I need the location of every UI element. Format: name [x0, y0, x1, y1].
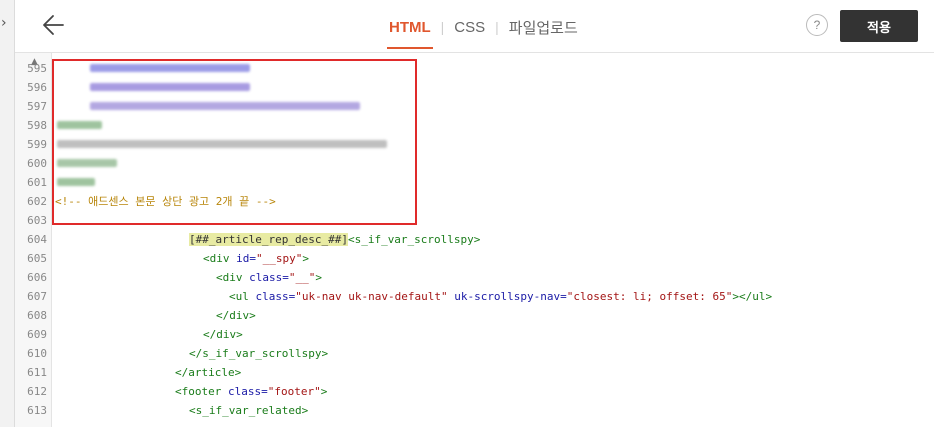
code-line: 605 <div id="__spy">: [15, 249, 934, 268]
code-tag: <s_if_var_scrollspy>: [347, 233, 481, 246]
chevron-right-icon[interactable]: ›: [1, 16, 7, 30]
help-button[interactable]: ?: [806, 14, 828, 36]
code-line: 608 </div>: [15, 306, 934, 325]
code-tag: >: [320, 385, 328, 398]
back-button[interactable]: [41, 12, 67, 38]
code-tag: </s_if_var_scrollspy>: [189, 347, 329, 360]
code-line: 607 <ul class="uk-nav uk-nav-default" uk…: [15, 287, 934, 306]
code-tag: >: [302, 252, 309, 265]
line-number: 606: [27, 271, 47, 284]
code-attr: id=: [236, 252, 256, 265]
code-attr: class=: [227, 385, 268, 398]
line-number: 595: [27, 62, 47, 75]
tab-html[interactable]: HTML: [387, 19, 433, 49]
code-tag: <s_if_var_related>: [189, 404, 309, 417]
code-string: "closest: li; offset: 65": [566, 290, 733, 303]
code-tag: </div>: [216, 309, 256, 322]
arrow-left-icon: [43, 15, 64, 35]
left-rail: ›: [0, 0, 15, 427]
line-number: 598: [27, 119, 47, 132]
code-editor[interactable]: ▲ 595 596 597 598 599 600 601 602 <!-- 애…: [15, 53, 934, 427]
code-attr: class=: [255, 290, 296, 303]
editor-header: HTML | CSS | 파일업로드 ? 적용: [15, 0, 934, 53]
tab-file-upload[interactable]: 파일업로드: [507, 17, 580, 38]
code-line: 613 <s_if_var_related>: [15, 401, 934, 420]
line-number: 604: [27, 233, 47, 246]
apply-button[interactable]: 적용: [840, 10, 918, 42]
code-tag: <ul: [229, 290, 256, 303]
line-number: 597: [27, 100, 47, 113]
code-tag: <div: [203, 252, 237, 265]
code-tag: <div: [216, 271, 250, 284]
code-string: "__spy": [256, 252, 303, 265]
code-attr: class=: [249, 271, 289, 284]
code-line: 610 </s_if_var_scrollspy>: [15, 344, 934, 363]
code-tag: <footer: [175, 385, 228, 398]
template-variable: [##_article_rep_desc_##]: [189, 233, 348, 246]
line-number: 605: [27, 252, 47, 265]
line-number: 612: [27, 385, 47, 398]
code-text: <div id="__spy">: [203, 249, 309, 268]
tab-divider: |: [440, 19, 445, 35]
line-number: 601: [27, 176, 47, 189]
code-text: <footer class="footer">: [175, 382, 327, 401]
code-string: "footer": [267, 385, 321, 398]
tab-css[interactable]: CSS: [452, 19, 487, 36]
code-line: 609 </div>: [15, 325, 934, 344]
line-number: 596: [27, 81, 47, 94]
line-number: 611: [27, 366, 47, 379]
tab-divider: |: [495, 19, 499, 35]
code-string: "uk-nav uk-nav-default": [295, 290, 448, 303]
line-number: 603: [27, 214, 47, 227]
line-number: 613: [27, 404, 47, 417]
line-number: 599: [27, 138, 47, 151]
code-line: 612 <footer class="footer">: [15, 382, 934, 401]
code-text: <div class="__">: [216, 268, 322, 287]
line-number: 602: [27, 195, 47, 208]
editor-tabs: HTML | CSS | 파일업로드: [387, 17, 580, 49]
code-text: <ul class="uk-nav uk-nav-default" uk-scr…: [229, 287, 772, 306]
line-number: 600: [27, 157, 47, 170]
line-number: 610: [27, 347, 47, 360]
code-tag: </article>: [175, 366, 242, 379]
code-attr: uk-scrollspy-nav=: [447, 290, 567, 303]
code-tag: >: [315, 271, 322, 284]
red-highlight-box: [52, 59, 417, 225]
code-string: "__": [288, 271, 316, 284]
line-number: 609: [27, 328, 47, 341]
code-line: 606 <div class="__">: [15, 268, 934, 287]
code-text: [##_article_rep_desc_##]<s_if_var_scroll…: [189, 230, 480, 249]
code-line: 611 </article>: [15, 363, 934, 382]
code-line: 604 [##_article_rep_desc_##]<s_if_var_sc…: [15, 230, 934, 249]
code-tag: </div>: [203, 328, 243, 341]
line-number: 607: [27, 290, 47, 303]
code-tag: ></ul>: [732, 290, 773, 303]
line-number: 608: [27, 309, 47, 322]
